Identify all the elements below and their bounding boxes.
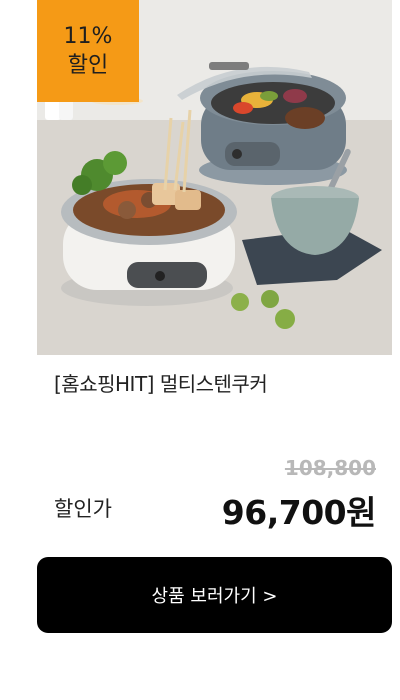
discount-badge: 11% 할인: [37, 0, 139, 102]
product-title[interactable]: [홈쇼핑HIT] 멀티스텐쿠커: [54, 368, 268, 397]
discount-label: 할인: [67, 53, 109, 78]
sale-price-label: 할인가: [54, 497, 112, 521]
view-product-button[interactable]: 상품 보러가기 >: [37, 557, 392, 633]
view-product-button-label: 상품 보러가기 >: [151, 586, 278, 607]
original-price: 108,800: [284, 456, 376, 480]
discount-percent: 11%: [63, 24, 113, 49]
product-card[interactable]: 11% 할인 [홈쇼핑HIT] 멀티스텐쿠커 108,800 할인가 96,70…: [0, 0, 400, 700]
sale-price: 96,700원: [221, 493, 377, 532]
